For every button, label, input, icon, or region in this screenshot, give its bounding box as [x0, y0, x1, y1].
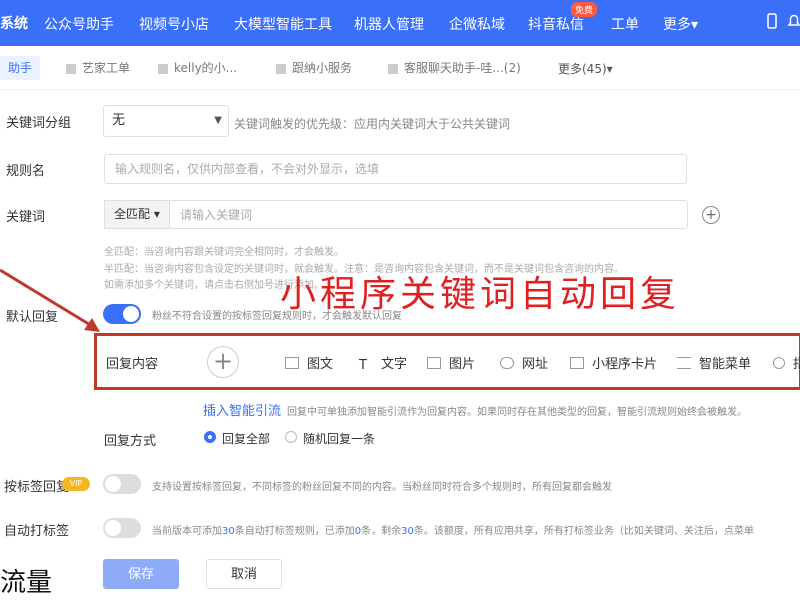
match-type-value: 全匹配 — [114, 207, 151, 221]
tab-5-label: 客服聊天助手-哇...(2) — [404, 61, 521, 75]
top-nav: 系统 公众号助手 视频号小店 大模型智能工具 机器人管理 企微私域 抖音私信 免… — [0, 0, 800, 46]
vip-badge: VIP — [62, 477, 90, 491]
blurred-icon — [158, 63, 168, 74]
reply-type-image-label: 图片 — [449, 357, 476, 372]
auto-tag-hint-d: 条。该额度，所有应用共享，所有打标签业务（比如关键词、关注后，点菜单 — [413, 526, 754, 537]
reply-content-box: 回复内容 + 图文 T 文字 图片 网址 小程序卡片 智能菜单 指 — [94, 333, 800, 390]
blurred-icon — [388, 63, 398, 74]
tab-current[interactable]: 助手 — [0, 56, 41, 80]
keyword-label: 关键词 — [6, 210, 46, 225]
reply-type-article[interactable]: 图文 — [285, 353, 333, 372]
keyword-input[interactable]: 请输入关键词 — [169, 200, 688, 229]
keyword-group-select[interactable]: 无 ▼ — [103, 105, 229, 137]
reply-type-text-label: 文字 — [381, 357, 408, 372]
chevron-down-icon: ▼ — [214, 115, 222, 126]
more-tabs-dropdown[interactable]: 更多(45)▾ — [558, 60, 613, 77]
reply-type-more-label: 指 — [793, 357, 800, 372]
nav-item-mp-assistant[interactable]: 公众号助手 — [44, 14, 114, 34]
toggle-knob — [105, 476, 121, 492]
reply-type-url-label: 网址 — [522, 357, 549, 372]
toggle-knob — [105, 520, 121, 536]
auto-tag-remaining: 30 — [401, 526, 414, 537]
rule-name-label: 规则名 — [6, 164, 46, 179]
blurred-icon — [276, 63, 286, 74]
auto-tag-label: 自动打标签 — [4, 524, 70, 539]
reply-type-miniprogram-label: 小程序卡片 — [592, 357, 658, 372]
tab-4[interactable]: 跟纳小服务 — [268, 56, 360, 80]
nav-item-video-shop[interactable]: 视频号小店 — [139, 14, 209, 34]
reply-type-smart-menu[interactable]: 智能菜单 — [677, 353, 751, 372]
red-arrow-icon — [0, 268, 100, 332]
note-full-match: 全匹配：当咨询内容跟关键词完全相同时，才会触发。 — [104, 247, 344, 258]
text-icon: T — [359, 358, 367, 373]
tag-reply-label: 按标签回复 — [4, 480, 70, 495]
insert-smart-link[interactable]: 插入智能引流 — [203, 400, 281, 419]
tab-2-label: 艺家工单 — [82, 61, 131, 75]
save-button[interactable]: 保存 — [103, 559, 179, 589]
nav-item-more[interactable]: 更多▾ — [663, 14, 698, 34]
miniprogram-card-icon — [570, 357, 584, 369]
reply-type-url[interactable]: 网址 — [500, 353, 548, 372]
reply-all-radio[interactable] — [204, 431, 216, 443]
cancel-button[interactable]: 取消 — [206, 559, 282, 589]
smart-link-hint: 回复中可单独添加智能引流作为回复内容。如果同时存在其他类型的回复，智能引流规则始… — [287, 407, 747, 418]
free-badge: 免费 — [571, 2, 598, 17]
tab-3-label: kelly的小... — [174, 61, 238, 75]
article-icon — [285, 357, 299, 369]
headset-icon — [773, 357, 785, 369]
brand-text: 系统 — [0, 16, 28, 32]
tab-4-label: 跟纳小服务 — [292, 61, 353, 75]
rule-name-input[interactable]: 输入规则名，仅供内部查看，不会对外显示，选填 — [104, 154, 687, 184]
nav-item-llm-tools[interactable]: 大模型智能工具 — [234, 14, 332, 34]
phone-icon[interactable] — [763, 12, 781, 30]
bell-icon[interactable] — [785, 12, 800, 30]
blurred-icon — [66, 63, 76, 74]
nav-item-douyin-dm[interactable]: 抖音私信 — [528, 14, 584, 34]
tag-reply-toggle[interactable] — [103, 474, 141, 494]
nav-item-wecom[interactable]: 企微私域 — [449, 14, 505, 34]
auto-tag-toggle[interactable] — [103, 518, 141, 538]
menu-icon — [677, 357, 691, 369]
keyword-group-value: 无 — [112, 113, 126, 128]
reply-random-radio[interactable] — [285, 431, 297, 443]
tab-3[interactable]: kelly的小... — [150, 56, 245, 80]
add-keyword-icon[interactable]: + — [702, 206, 720, 224]
auto-tag-hint-c: 条，剩余 — [361, 526, 402, 537]
corner-overlay-text: 流量 — [0, 568, 53, 598]
nav-item-ticket[interactable]: 工单 — [611, 14, 639, 34]
tabs-bar: 助手 艺家工单 kelly的小... 跟纳小服务 客服聊天助手-哇...(2) … — [0, 46, 800, 90]
reply-type-miniprogram[interactable]: 小程序卡片 — [570, 353, 657, 372]
reply-content-label: 回复内容 — [106, 357, 159, 372]
reply-type-image[interactable]: 图片 — [427, 353, 475, 372]
auto-tag-hint-b: 条自动打标签规则，已添加 — [234, 526, 355, 537]
image-icon — [427, 357, 441, 369]
add-reply-icon[interactable]: + — [207, 346, 239, 378]
reply-type-smart-menu-label: 智能菜单 — [699, 357, 752, 372]
tag-reply-hint: 支持设置按标签回复，不同标签的粉丝回复不同的内容。当粉丝同时符合多个规则时，所有… — [152, 482, 612, 493]
tab-2[interactable]: 艺家工单 — [58, 56, 138, 80]
default-reply-hint: 粉丝不符合设置的按标签回复规则时，才会触发默认回复 — [152, 311, 402, 322]
auto-tag-quota: 30 — [222, 526, 235, 537]
reply-random-label: 随机回复一条 — [303, 432, 376, 446]
toggle-knob — [123, 306, 139, 322]
nav-item-robot-mgmt[interactable]: 机器人管理 — [354, 14, 424, 34]
auto-tag-hint-a: 当前版本可添加 — [152, 526, 222, 537]
reply-mode-label: 回复方式 — [104, 434, 157, 449]
keyword-group-hint: 关键词触发的优先级：应用内关键词大于公共关键词 — [234, 117, 511, 131]
reply-type-more[interactable]: 指 — [773, 353, 800, 372]
reply-type-text[interactable]: T 文字 — [359, 353, 408, 373]
match-type-select[interactable]: 全匹配 ▾ — [104, 200, 170, 229]
tab-5[interactable]: 客服聊天助手-哇...(2) — [380, 56, 529, 80]
keyword-group-label: 关键词分组 — [6, 116, 72, 131]
reply-all-label: 回复全部 — [222, 432, 271, 446]
reply-type-article-label: 图文 — [307, 357, 334, 372]
auto-tag-hint: 当前版本可添加30条自动打标签规则，已添加0条，剩余30条。该额度，所有应用共享… — [152, 522, 754, 537]
link-icon — [500, 357, 514, 369]
